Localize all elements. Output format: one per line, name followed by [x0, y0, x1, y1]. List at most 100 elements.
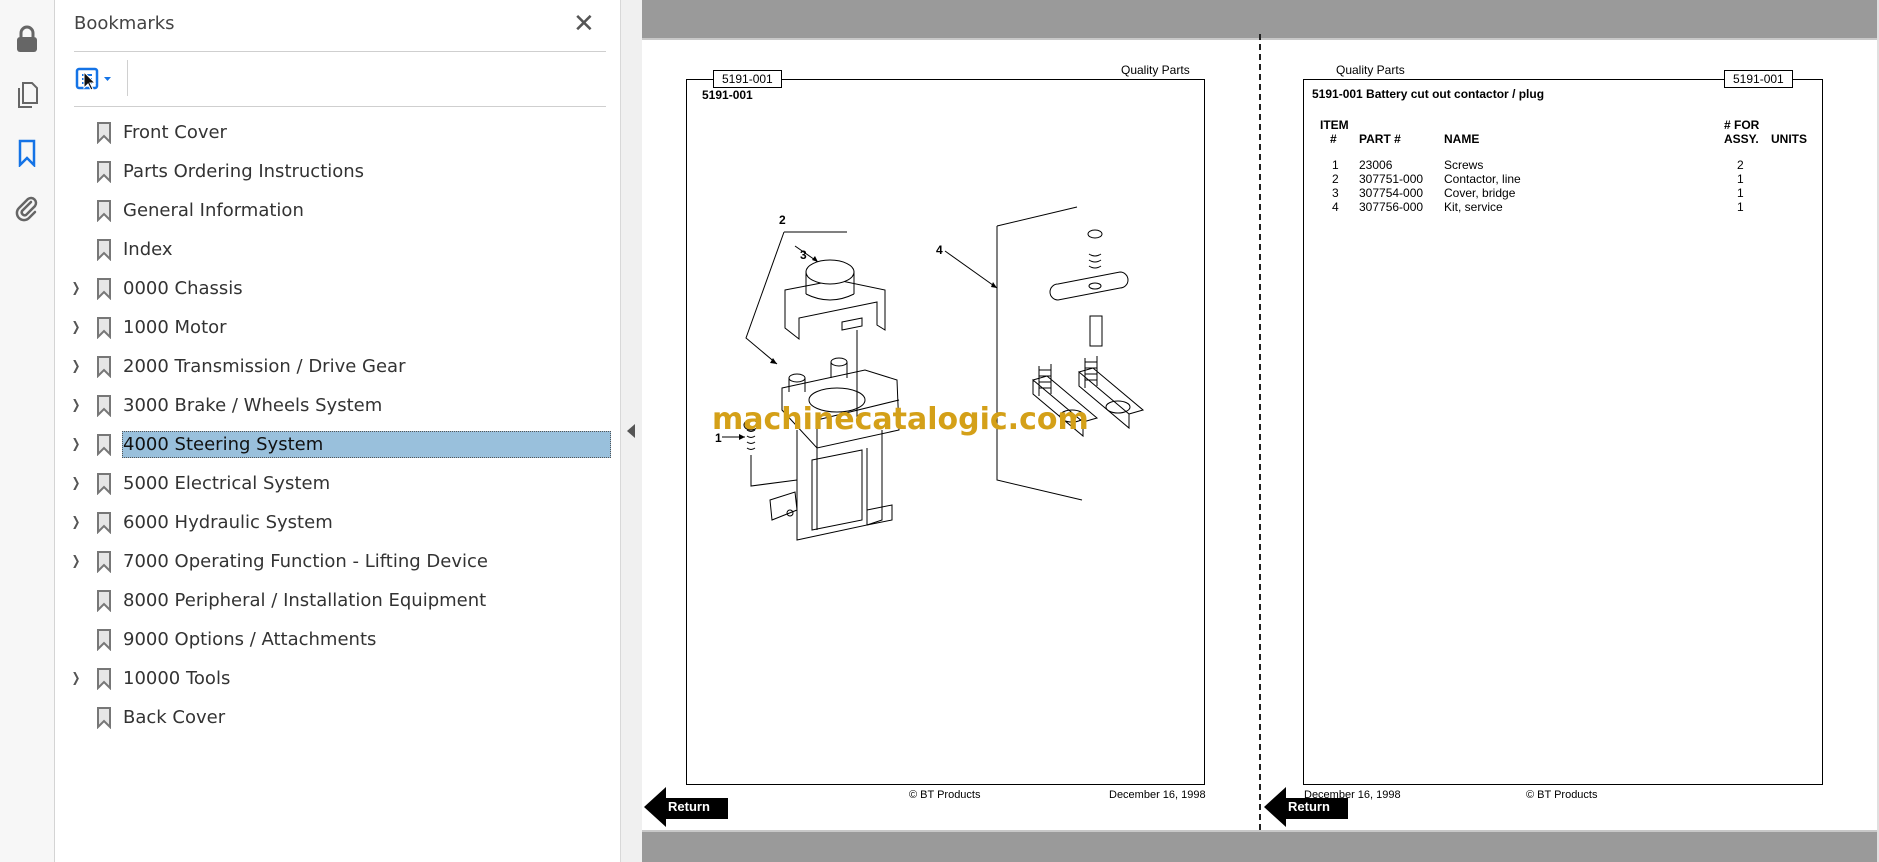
cell-item: 1: [1332, 158, 1339, 172]
col-units: UNITS: [1771, 132, 1807, 146]
bookmark-item[interactable]: ❯ 10000 Tools: [55, 660, 621, 696]
cell-qty: 1: [1737, 200, 1744, 214]
cell-name: Screws: [1444, 158, 1484, 172]
bookmark-label: 6000 Hydraulic System: [123, 511, 333, 533]
bookmark-item[interactable]: ❯ 7000 Operating Function - Lifting Devic…: [55, 543, 621, 579]
bookmark-label: 4000 Steering System: [122, 430, 611, 458]
collapse-panel-arrow-icon[interactable]: [627, 424, 635, 438]
cell-item: 4: [1332, 200, 1339, 214]
bookmark-icon: [96, 434, 112, 460]
return-label: Return: [1288, 799, 1330, 814]
cell-name: Kit, service: [1444, 200, 1503, 214]
bookmark-item[interactable]: Front Cover: [55, 114, 621, 150]
footer-date: December 16, 1998: [1109, 789, 1206, 801]
page-tag: 5191-001: [1724, 70, 1793, 88]
bookmark-icon: [96, 122, 112, 148]
bookmark-item[interactable]: ❯ 2000 Transmission / Drive Gear: [55, 348, 621, 384]
expand-chevron-icon[interactable]: ❯: [70, 320, 81, 335]
col-item-top: ITEM: [1320, 118, 1349, 132]
left-page-frame: 5191-001 5191-001 2 3 1 4: [686, 70, 1205, 785]
bookmark-item[interactable]: Parts Ordering Instructions: [55, 153, 621, 189]
cell-name: Contactor, line: [1444, 172, 1521, 186]
parts-list-title: 5191-001 Battery cut out contactor / plu…: [1312, 87, 1545, 101]
bookmark-label: 9000 Options / Attachments: [123, 628, 377, 650]
expand-chevron-icon[interactable]: ❯: [70, 437, 81, 452]
bookmark-item[interactable]: ❯ 3000 Brake / Wheels System: [55, 387, 621, 423]
bookmark-icon[interactable]: [12, 138, 42, 168]
bookmark-item[interactable]: Back Cover: [55, 699, 621, 735]
pages-icon[interactable]: [12, 80, 42, 110]
callout-4: 4: [936, 243, 943, 257]
bookmark-options-button[interactable]: [75, 64, 115, 94]
bookmark-icon: [96, 239, 112, 265]
cell-qty: 1: [1737, 172, 1744, 186]
bookmark-label: Parts Ordering Instructions: [123, 160, 365, 182]
bookmark-icon: [96, 551, 112, 577]
expand-chevron-icon[interactable]: ❯: [70, 398, 81, 413]
expand-chevron-icon[interactable]: ❯: [70, 515, 81, 530]
bookmark-label: Front Cover: [123, 121, 227, 143]
lock-icon[interactable]: [12, 24, 42, 54]
bookmark-icon: [96, 707, 112, 733]
bookmarks-panel: Bookmarks ✕ Front Cover Parts Ordering In…: [55, 0, 621, 862]
bookmark-icon: [96, 161, 112, 187]
expand-chevron-icon[interactable]: ❯: [70, 281, 81, 296]
cell-name: Cover, bridge: [1444, 186, 1516, 200]
bookmark-item[interactable]: ❯ 5000 Electrical System: [55, 465, 621, 501]
bookmark-item[interactable]: 9000 Options / Attachments: [55, 621, 621, 657]
bookmark-icon: [96, 356, 112, 382]
cell-qty: 2: [1737, 158, 1744, 172]
divider: [74, 51, 606, 52]
bookmark-label: 8000 Peripheral / Installation Equipment: [123, 589, 487, 611]
header-quality-parts: Quality Parts: [1121, 63, 1190, 77]
panel-splitter[interactable]: [621, 0, 642, 862]
return-button[interactable]: Return: [1264, 787, 1352, 827]
toolbar-separator: [127, 60, 128, 96]
bookmark-icon: [96, 278, 112, 304]
close-panel-button[interactable]: ✕: [573, 10, 595, 38]
footer-copyright: © BT Products: [909, 789, 981, 801]
bookmark-item[interactable]: General Information: [55, 192, 621, 228]
bookmark-item[interactable]: 8000 Peripheral / Installation Equipment: [55, 582, 621, 618]
cell-item: 2: [1332, 172, 1339, 186]
bookmark-item[interactable]: ❯ 6000 Hydraulic System: [55, 504, 621, 540]
return-label: Return: [668, 799, 710, 814]
bookmark-icon: [96, 200, 112, 226]
cell-item: 3: [1332, 186, 1339, 200]
document-view[interactable]: Quality Parts 5191-001 5191-001 2 3 1 4 …: [642, 0, 1877, 862]
col-item: #: [1330, 132, 1337, 146]
bookmark-item[interactable]: Index: [55, 231, 621, 267]
bookmark-label: 5000 Electrical System: [123, 472, 331, 494]
bookmark-label: 3000 Brake / Wheels System: [123, 394, 383, 416]
panel-title: Bookmarks: [74, 13, 175, 34]
col-part: PART #: [1359, 132, 1401, 146]
expand-chevron-icon[interactable]: ❯: [70, 671, 81, 686]
expand-chevron-icon[interactable]: ❯: [70, 359, 81, 374]
col-for-top: # FOR: [1724, 118, 1760, 132]
exploded-parts-diagram: 2 3 1 4: [715, 206, 1145, 541]
bookmark-icon: [96, 395, 112, 421]
expand-chevron-icon[interactable]: ❯: [70, 476, 81, 491]
bookmark-icon: [96, 590, 112, 616]
attachment-icon[interactable]: [12, 194, 42, 224]
bookmark-label: 2000 Transmission / Drive Gear: [123, 355, 406, 377]
bookmark-label: 0000 Chassis: [123, 277, 243, 299]
callout-2: 2: [779, 213, 786, 227]
cell-qty: 1: [1737, 186, 1744, 200]
bookmark-icon: [96, 629, 112, 655]
bookmark-label: Back Cover: [123, 706, 226, 728]
col-name: NAME: [1444, 132, 1480, 146]
bookmark-item[interactable]: ❯ 4000 Steering System: [55, 426, 621, 462]
bookmark-item[interactable]: ❯ 1000 Motor: [55, 309, 621, 345]
tool-rail: [0, 0, 55, 862]
right-page-frame: 5191-001 5191-001 Battery cut out contac…: [1303, 70, 1823, 785]
cell-part: 307751-000: [1359, 172, 1424, 186]
cell-part: 307754-000: [1359, 186, 1424, 200]
bookmark-icon: [96, 668, 112, 694]
bookmark-label: General Information: [123, 199, 304, 221]
expand-chevron-icon[interactable]: ❯: [70, 554, 81, 569]
bookmark-item[interactable]: ❯ 0000 Chassis: [55, 270, 621, 306]
col-assy: ASSY.: [1724, 132, 1759, 146]
callout-3: 3: [800, 248, 807, 262]
return-button[interactable]: Return: [644, 787, 732, 827]
